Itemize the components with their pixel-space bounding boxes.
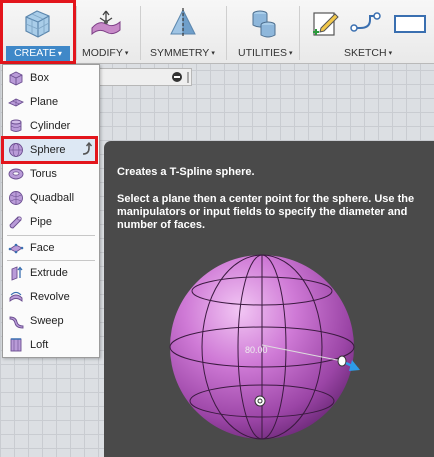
sketch-rectangle-icon[interactable] — [392, 6, 428, 40]
menu-item-sweep[interactable]: Sweep — [4, 309, 98, 333]
menu-item-label: Pipe — [30, 216, 53, 228]
menu-item-extrude[interactable]: Extrude — [4, 261, 98, 285]
menu-item-label: Box — [30, 72, 49, 84]
menu-item-label: Loft — [30, 339, 49, 351]
create-highlight-box — [0, 0, 76, 64]
face-icon — [8, 243, 24, 254]
center-manipulator-icon — [254, 395, 266, 407]
menu-item-pipe[interactable]: Pipe — [4, 210, 98, 234]
cylinder-icon — [10, 119, 22, 132]
menu-item-cylinder[interactable]: Cylinder — [4, 114, 98, 138]
tooltip-description: Select a plane then a center point for t… — [117, 193, 415, 231]
menu-item-revolve[interactable]: Revolve — [4, 285, 98, 309]
pipe-icon — [9, 216, 22, 229]
plane-icon — [8, 98, 24, 107]
browser-panel-header[interactable] — [96, 68, 192, 86]
menu-item-quadball[interactable]: Quadball — [4, 186, 98, 210]
menu-item-label: Revolve — [30, 291, 70, 303]
utilities-group[interactable]: UTILITIES ▾ — [227, 0, 297, 64]
panel-grip-icon[interactable] — [187, 72, 189, 83]
menu-item-face[interactable]: Face — [4, 236, 98, 260]
menu-item-label: Sweep — [30, 315, 64, 327]
modify-form-icon[interactable] — [89, 6, 123, 40]
menu-item-label: Face — [30, 242, 55, 254]
caret-icon: ▾ — [289, 50, 293, 57]
sketch-line-icon[interactable] — [348, 6, 382, 40]
menu-item-label: Quadball — [30, 192, 75, 204]
toolbar: CREATE ▾ MODIFY ▾ SYMMETRY ▾ UTILITIES ▾… — [0, 0, 434, 64]
utilities-menu-button[interactable]: UTILITIES ▾ — [238, 47, 293, 59]
sketch-group[interactable]: SKETCH ▾ — [300, 0, 434, 64]
loft-icon — [10, 338, 22, 352]
menu-item-box[interactable]: Box — [4, 66, 98, 90]
diameter-readout: 80.00 — [245, 345, 268, 355]
revolve-icon — [9, 291, 23, 302]
sphere-tooltip: Creates a T-Spline sphere. Select a plan… — [104, 141, 434, 457]
menu-item-label: Torus — [30, 168, 57, 180]
create-menu: Box Plane Cylinder Sphere Torus Quadball… — [1, 64, 100, 358]
quadball-icon — [9, 191, 23, 205]
symmetry-label: SYMMETRY — [150, 47, 210, 59]
sweep-icon — [9, 316, 24, 329]
sketch-menu-button[interactable]: SKETCH ▾ — [344, 47, 392, 59]
menu-item-label: Extrude — [30, 267, 68, 279]
tspline-sphere-preview: 80.00 — [169, 254, 360, 440]
menu-item-label: Plane — [30, 96, 59, 108]
menu-item-label: Cylinder — [30, 120, 71, 132]
utilities-label: UTILITIES — [238, 47, 288, 59]
extrude-icon — [11, 266, 23, 281]
menu-item-plane[interactable]: Plane — [4, 90, 98, 114]
create-sketch-icon[interactable] — [308, 6, 342, 40]
menu-item-torus[interactable]: Torus — [4, 162, 98, 186]
symmetry-group[interactable]: SYMMETRY ▾ — [141, 0, 225, 64]
box-icon — [9, 71, 23, 86]
modify-label: MODIFY — [82, 47, 123, 59]
utilities-icon[interactable] — [247, 6, 281, 40]
symmetry-icon[interactable] — [166, 6, 200, 40]
caret-icon: ▾ — [211, 50, 215, 57]
menu-item-loft[interactable]: Loft — [4, 333, 98, 357]
caret-icon: ▾ — [388, 50, 393, 57]
symmetry-menu-button[interactable]: SYMMETRY ▾ — [150, 47, 215, 59]
tooltip-title: Creates a T-Spline sphere. — [117, 166, 255, 178]
modify-menu-button[interactable]: MODIFY ▾ — [82, 47, 128, 59]
torus-icon — [8, 168, 24, 180]
collapse-icon[interactable] — [172, 72, 182, 82]
sphere-highlight-box — [1, 136, 98, 164]
caret-icon: ▾ — [124, 50, 129, 57]
modify-group[interactable]: MODIFY ▾ — [77, 0, 139, 64]
sketch-label: SKETCH — [344, 47, 387, 59]
